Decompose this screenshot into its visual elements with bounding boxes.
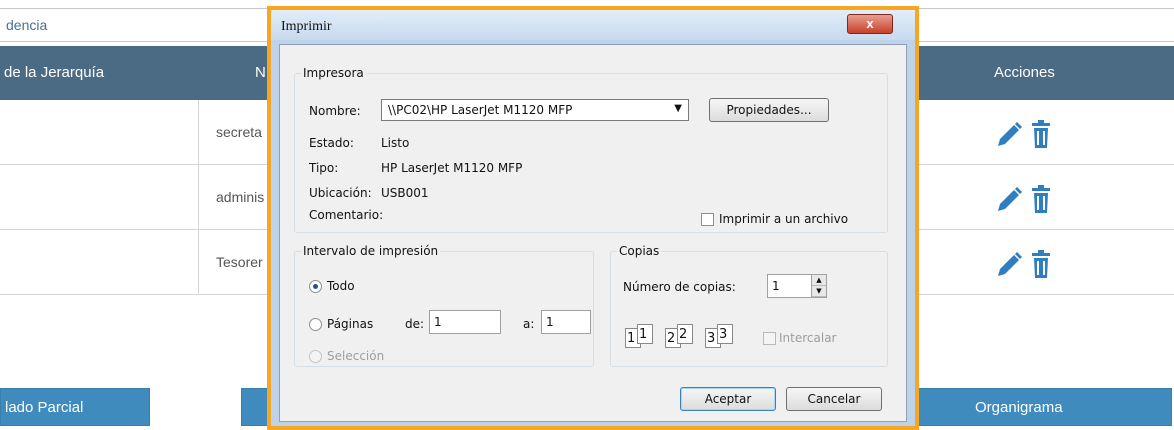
range-pages-radio[interactable] xyxy=(309,318,322,331)
dropdown-arrow-icon: ▼ xyxy=(674,103,682,114)
properties-button-label: Propiedades... xyxy=(726,103,812,117)
row-actions xyxy=(994,250,1054,283)
close-icon: x xyxy=(866,16,874,31)
breadcrumb[interactable]: dencia xyxy=(6,17,47,33)
type-label: Tipo: xyxy=(309,161,339,175)
range-all-label[interactable]: Todo xyxy=(327,279,355,293)
from-page-input[interactable]: 1 xyxy=(429,310,501,334)
comment-label: Comentario: xyxy=(309,208,384,222)
to-page-input[interactable]: 1 xyxy=(541,310,591,334)
from-page-value: 1 xyxy=(434,315,442,329)
column-header-name[interactable]: N xyxy=(255,64,266,81)
collate-page-sheet: 3 xyxy=(717,324,733,344)
close-button[interactable]: x xyxy=(847,14,893,34)
delete-trash-icon[interactable] xyxy=(1032,185,1050,213)
status-value: Listo xyxy=(381,136,410,150)
status-label: Estado: xyxy=(309,136,354,150)
row-name-cell: secreta xyxy=(216,124,262,140)
range-all-radio[interactable] xyxy=(309,280,322,293)
printer-name-label: Nombre: xyxy=(309,104,361,118)
cancel-button[interactable]: Cancelar xyxy=(786,387,882,411)
collate-checkbox[interactable] xyxy=(763,332,776,345)
cancel-button-label: Cancelar xyxy=(807,392,861,406)
accept-button[interactable]: Aceptar xyxy=(680,387,776,411)
accept-button-label: Aceptar xyxy=(704,392,752,406)
copies-group: Copias Número de copias: 1 ▲ ▼ 1 1 2 2 3… xyxy=(610,244,888,367)
print-range-group-title: Intervalo de impresión xyxy=(301,244,441,258)
partial-list-button-label: lado Parcial xyxy=(5,399,84,416)
from-label: de: xyxy=(405,317,425,331)
dialog-titlebar[interactable]: Imprimir x xyxy=(271,10,915,40)
print-to-file-label[interactable]: Imprimir a un archivo xyxy=(719,212,848,226)
spin-up-icon[interactable]: ▲ xyxy=(812,275,826,286)
column-header-actions: Acciones xyxy=(994,64,1055,81)
row-name-cell: Tesorer xyxy=(216,254,263,270)
dialog-title: Imprimir xyxy=(281,19,332,34)
row-actions xyxy=(994,120,1054,153)
collate-pages-icon: 3 3 xyxy=(705,324,735,350)
edit-pencil-icon[interactable] xyxy=(998,252,1022,276)
copies-count-input[interactable]: 1 ▲ ▼ xyxy=(767,274,827,298)
print-range-group: Intervalo de impresión Todo Páginas de: … xyxy=(294,244,594,367)
printer-group: Impresora Nombre: \\PC02\HP LaserJet M11… xyxy=(294,66,888,233)
collate-page-sheet: 1 xyxy=(637,324,653,344)
collate-pages-icon: 2 2 xyxy=(665,324,695,350)
to-page-value: 1 xyxy=(546,315,554,329)
delete-trash-icon[interactable] xyxy=(1032,120,1050,148)
dialog-body: Impresora Nombre: \\PC02\HP LaserJet M11… xyxy=(279,44,907,422)
edit-pencil-icon[interactable] xyxy=(998,187,1022,211)
printer-name-value: \\PC02\HP LaserJet M1120 MFP xyxy=(388,103,573,117)
print-dialog: Imprimir x Impresora Nombre: \\PC02\HP L… xyxy=(267,6,919,430)
organigram-button-label: Organigrama xyxy=(975,399,1063,416)
row-actions xyxy=(994,185,1054,218)
collate-page-sheet: 2 xyxy=(677,324,693,344)
organigram-button[interactable]: Organigrama xyxy=(918,388,1172,426)
location-value: USB001 xyxy=(381,186,429,200)
print-to-file-checkbox[interactable] xyxy=(701,213,714,226)
range-selection-radio[interactable] xyxy=(309,350,322,363)
printer-name-select[interactable]: \\PC02\HP LaserJet M1120 MFP ▼ xyxy=(381,99,689,121)
column-divider xyxy=(198,100,199,295)
copies-count-label: Número de copias: xyxy=(623,280,736,294)
row-name-cell: adminis xyxy=(216,189,265,205)
edit-pencil-icon[interactable] xyxy=(998,122,1022,146)
delete-trash-icon[interactable] xyxy=(1032,250,1050,278)
type-value: HP LaserJet M1120 MFP xyxy=(381,161,523,175)
copies-group-title: Copias xyxy=(617,244,662,258)
printer-group-title: Impresora xyxy=(301,66,366,80)
spin-down-icon[interactable]: ▼ xyxy=(812,286,826,297)
partial-list-button[interactable]: lado Parcial xyxy=(0,388,150,426)
to-label: a: xyxy=(523,317,535,331)
column-header-hierarchy[interactable]: de la Jerarquía xyxy=(4,64,104,81)
properties-button[interactable]: Propiedades... xyxy=(709,98,829,122)
copies-count-value: 1 xyxy=(772,279,780,293)
location-label: Ubicación: xyxy=(309,186,372,200)
collate-label[interactable]: Intercalar xyxy=(779,331,836,345)
collate-pages-icon: 1 1 xyxy=(625,324,655,350)
copies-spinner[interactable]: ▲ ▼ xyxy=(811,275,826,297)
range-selection-label[interactable]: Selección xyxy=(327,349,384,363)
range-pages-label[interactable]: Páginas xyxy=(327,317,373,331)
